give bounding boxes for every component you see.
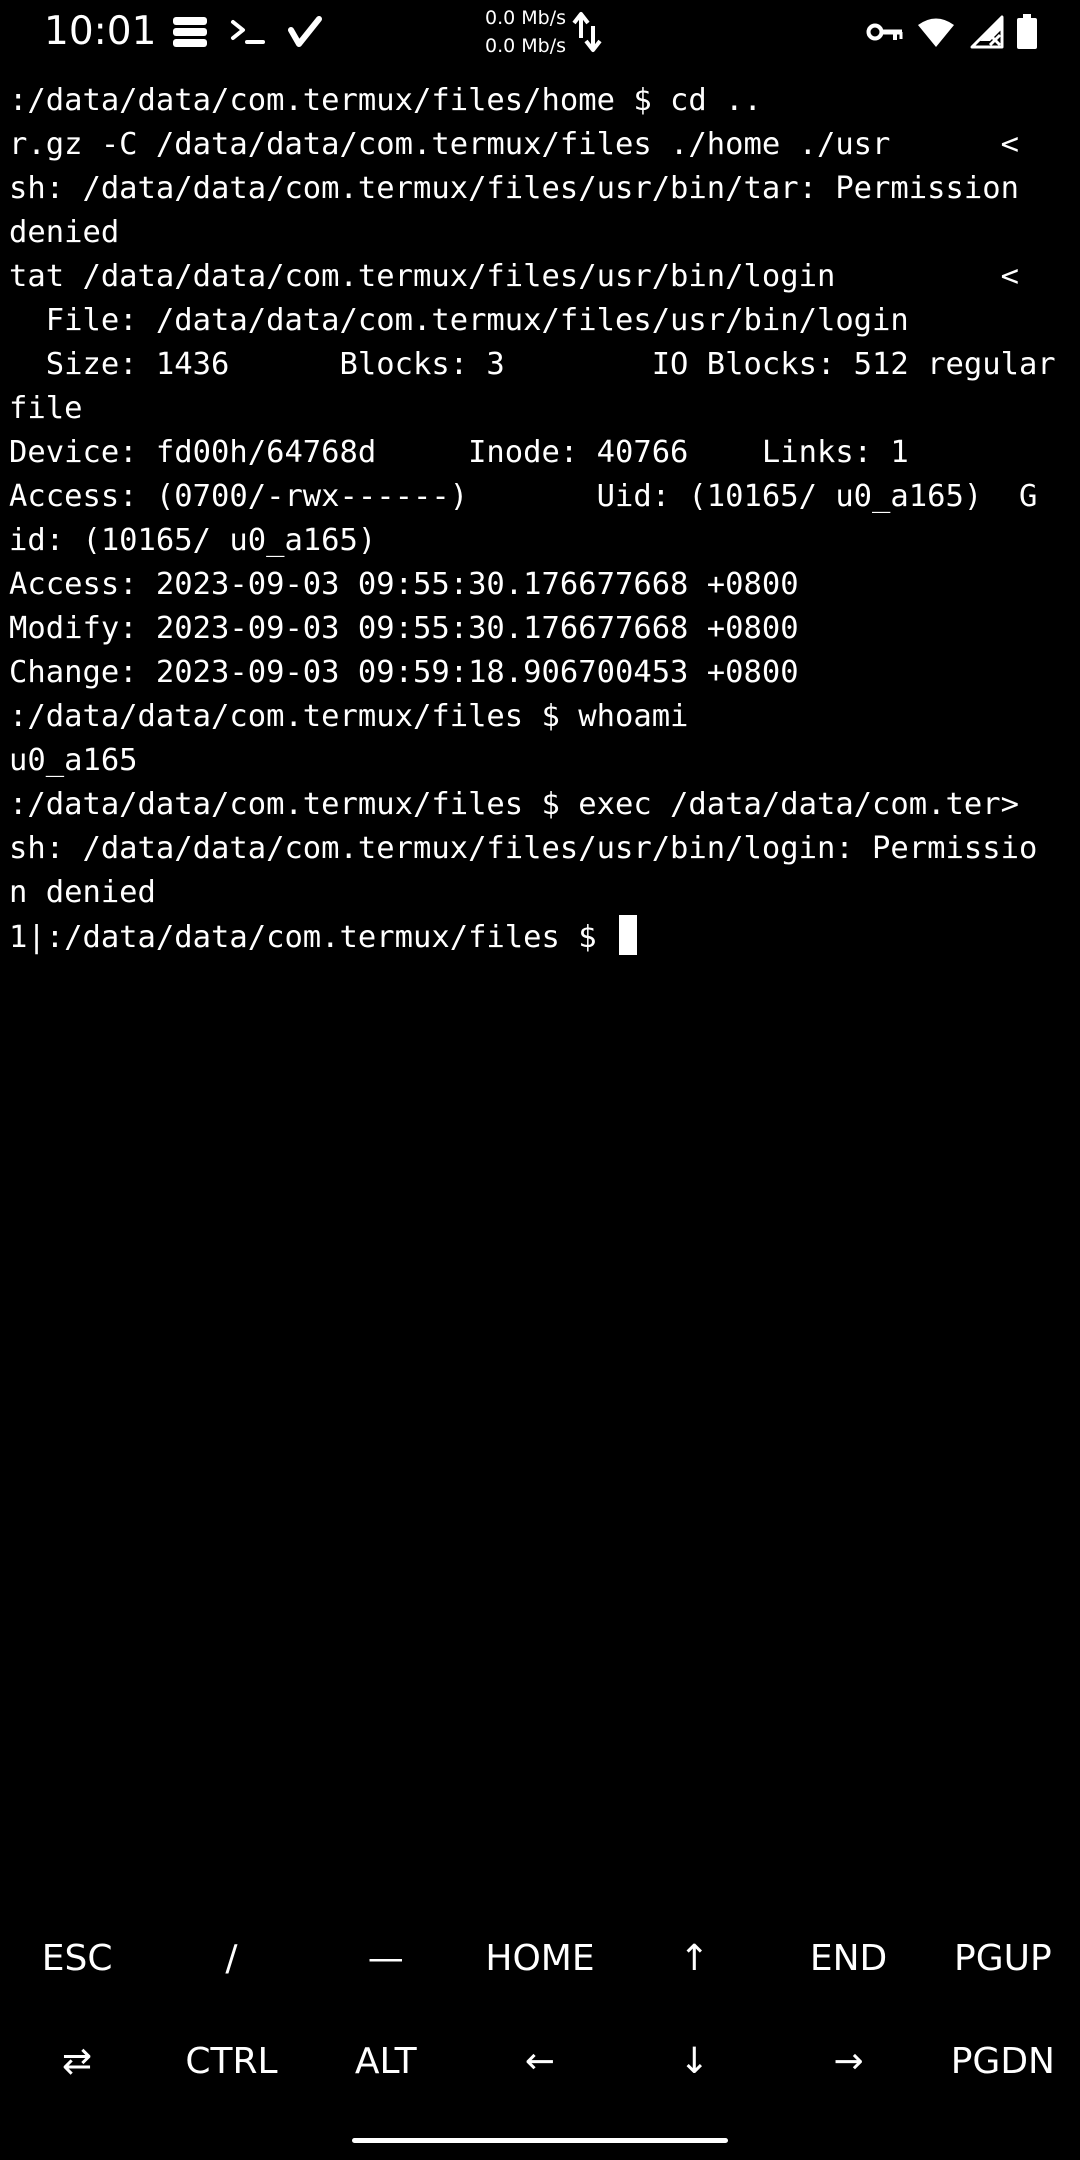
terminal-line: Access: (0700/-rwx------) Uid: (10165/ u… [9, 479, 1038, 514]
net-speed-up: 0.0 Mb/s [484, 7, 566, 29]
up-arrow-key[interactable]: ↑ [617, 1907, 771, 2010]
terminal-line: sh: /data/data/com.termux/files/usr/bin/… [9, 831, 1038, 866]
terminal-prompt-icon [230, 16, 266, 48]
terminal-line: Device: fd00h/64768d Inode: 40766 Links:… [9, 435, 909, 470]
page-up-key[interactable]: PGUP [926, 1907, 1080, 2010]
terminal-line: sh: /data/data/com.termux/files/usr/bin/… [9, 171, 1019, 206]
data-transfer-icon [572, 10, 602, 58]
terminal-line: denied [9, 215, 120, 250]
alt-key[interactable]: ALT [309, 2010, 463, 2113]
dash-key[interactable]: — [309, 1907, 463, 2010]
terminal-line: :/data/data/com.termux/files $ exec /dat… [9, 787, 1019, 822]
page-down-key[interactable]: PGDN [926, 2010, 1080, 2113]
home-key[interactable]: HOME [463, 1907, 617, 2010]
terminal-cursor [618, 915, 637, 955]
network-speed: 0.0 Mb/s 0.0 Mb/s [474, 4, 566, 60]
slash-key[interactable]: / [154, 1907, 308, 2010]
no-signal-icon [968, 15, 1004, 49]
right-arrow-key[interactable]: → [771, 2010, 925, 2113]
status-left-icons [172, 14, 322, 50]
wifi-icon [916, 16, 956, 48]
terminal-line: Access: 2023-09-03 09:55:30.176677668 +0… [9, 567, 799, 602]
net-speed-down: 0.0 Mb/s [484, 35, 566, 57]
end-key[interactable]: END [771, 1907, 925, 2010]
terminal-line: r.gz -C /data/data/com.termux/files ./ho… [9, 127, 1019, 162]
terminal-line: Modify: 2023-09-03 09:55:30.176677668 +0… [9, 611, 799, 646]
terminal-line: File: /data/data/com.termux/files/usr/bi… [9, 303, 909, 338]
terminal-line: :/data/data/com.termux/files $ whoami [9, 699, 689, 734]
vpn-key-icon [866, 18, 904, 46]
down-arrow-key[interactable]: ↓ [617, 2010, 771, 2113]
status-right-icons [866, 12, 1038, 52]
terminal-line: tat /data/data/com.termux/files/usr/bin/… [9, 259, 1019, 294]
status-bar: 10:01 0.0 Mb/s 0.0 Mb/s [0, 0, 1080, 64]
terminal-line: file [9, 391, 83, 426]
home-indicator[interactable] [352, 2138, 728, 2143]
tab-key[interactable]: ⇄ [0, 2010, 154, 2113]
status-time: 10:01 [44, 9, 157, 54]
terminal-line: u0_a165 [9, 743, 138, 778]
check-icon [288, 16, 322, 48]
ctrl-key[interactable]: CTRL [154, 2010, 308, 2113]
storage-icon [172, 16, 208, 48]
extra-keys-bar: ESC / — HOME ↑ END PGUP ⇄ CTRL ALT ← ↓ → PGDN [0, 1907, 1080, 2113]
terminal-output[interactable]: :/data/data/com.termux/files/home $ cd .… [9, 79, 1074, 959]
terminal-prompt-line[interactable]: 1|:/data/data/com.termux/files $ [9, 915, 1074, 959]
terminal-line: Change: 2023-09-03 09:59:18.906700453 +0… [9, 655, 799, 690]
esc-key[interactable]: ESC [0, 1907, 154, 2010]
terminal-line: Size: 1436 Blocks: 3 IO Blocks: 512 regu… [9, 347, 1056, 382]
left-arrow-key[interactable]: ← [463, 2010, 617, 2113]
terminal-prompt: 1|:/data/data/com.termux/files $ [9, 920, 615, 955]
terminal-line: n denied [9, 875, 156, 910]
terminal-line: id: (10165/ u0_a165) [9, 523, 377, 558]
battery-icon [1016, 14, 1038, 50]
terminal-line: :/data/data/com.termux/files/home $ cd .… [9, 83, 762, 118]
